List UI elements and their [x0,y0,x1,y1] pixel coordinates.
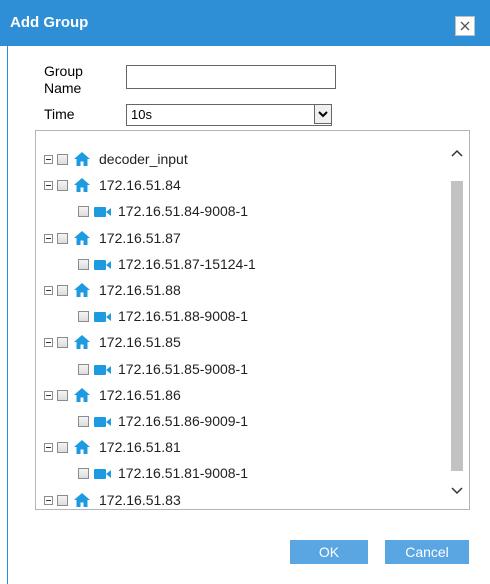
tree-leaf[interactable]: 172.16.51.84-9008-1 [78,201,248,221]
home-icon [73,230,91,246]
tree-node[interactable]: 172.16.51.85 [44,332,181,352]
tree-checkbox[interactable] [57,284,68,296]
tree-node[interactable]: 172.16.51.87 [44,228,181,248]
tree-leaf[interactable]: 172.16.51.85-9008-1 [78,359,248,379]
home-icon [73,492,91,508]
camera-icon [94,467,112,479]
time-select-value: 10s [131,107,152,122]
tree-leaf[interactable]: 172.16.51.81-9008-1 [78,463,248,483]
tree-item-label: 172.16.51.85-9008-1 [118,361,248,377]
dialog-left-border [7,46,8,584]
tree-checkbox[interactable] [57,336,68,348]
tree-item-label: 172.16.51.84 [99,177,181,193]
camera-icon [94,415,112,427]
tree-checkbox[interactable] [57,389,68,401]
tree-leaf[interactable]: 172.16.51.87-15124-1 [78,254,256,274]
time-select[interactable]: 10s [126,104,332,126]
chevron-up-icon [451,149,463,157]
time-label: Time [44,106,75,122]
collapse-toggle-icon[interactable] [44,495,53,505]
tree-node[interactable]: 172.16.51.84 [44,175,181,195]
home-icon [73,387,91,403]
home-icon [73,334,91,350]
cancel-button[interactable]: Cancel [385,540,469,564]
tree-checkbox[interactable] [57,232,68,244]
tree-scrollbar[interactable] [449,145,465,499]
tree-item-label: 172.16.51.81-9008-1 [118,465,248,481]
tree-item-label: 172.16.51.88 [99,282,181,298]
collapse-toggle-icon[interactable] [44,337,53,347]
chevron-down-icon [451,487,463,495]
tree-leaf[interactable]: 172.16.51.86-9009-1 [78,411,248,431]
tree-item-label: 172.16.51.86-9009-1 [118,413,248,429]
scroll-thumb[interactable] [451,181,463,471]
scroll-down-button[interactable] [449,483,465,499]
tree-item-label: decoder_input [99,151,188,167]
home-icon [73,439,91,455]
tree-checkbox[interactable] [78,258,89,270]
tree-item-label: 172.16.51.85 [99,334,181,350]
camera-icon [94,363,112,375]
collapse-toggle-icon[interactable] [44,442,53,452]
group-name-label: Group Name [44,63,83,96]
ok-button[interactable]: OK [290,540,368,564]
close-icon [460,21,470,31]
home-icon [73,282,91,298]
close-button[interactable] [455,16,475,36]
camera-icon [94,258,112,270]
camera-icon [94,310,112,322]
tree-checkbox[interactable] [78,467,89,479]
tree-checkbox[interactable] [78,205,89,217]
scroll-up-button[interactable] [449,145,465,161]
tree-checkbox[interactable] [57,441,68,453]
tree-item-label: 172.16.51.83 [99,492,181,508]
add-group-dialog: Add Group Group Name Time 10s decoder_in… [0,0,490,584]
collapse-toggle-icon[interactable] [44,390,53,400]
tree-node[interactable]: 172.16.51.81 [44,437,181,457]
tree-item-label: 172.16.51.87-15124-1 [118,256,256,272]
collapse-toggle-icon[interactable] [44,154,53,164]
tree-item-label: 172.16.51.81 [99,439,181,455]
device-tree: decoder_input 172.16.51.84 172.16.51.84-90… [35,130,470,510]
tree-node[interactable]: 172.16.51.83 [44,490,181,509]
home-icon [73,177,91,193]
group-name-input[interactable] [126,65,336,89]
tree-item-label: 172.16.51.88-9008-1 [118,308,248,324]
collapse-toggle-icon[interactable] [44,233,53,243]
tree-item-label: 172.16.51.87 [99,230,181,246]
tree-node[interactable]: 172.16.51.88 [44,280,181,300]
dialog-titlebar: Add Group [0,0,490,46]
tree-checkbox[interactable] [78,415,89,427]
chevron-down-icon [318,110,328,117]
dropdown-arrow-button[interactable] [314,104,332,124]
tree-item-label: 172.16.51.86 [99,387,181,403]
dialog-title: Add Group [10,14,89,31]
tree-leaf[interactable]: 172.16.51.88-9008-1 [78,306,248,326]
collapse-toggle-icon[interactable] [44,180,53,190]
tree-node[interactable]: decoder_input [44,149,188,169]
tree-item-label: 172.16.51.84-9008-1 [118,203,248,219]
tree-node[interactable]: 172.16.51.86 [44,385,181,405]
tree-checkbox[interactable] [78,363,89,375]
collapse-toggle-icon[interactable] [44,285,53,295]
tree-checkbox[interactable] [78,310,89,322]
tree-checkbox[interactable] [57,179,68,191]
camera-icon [94,205,112,217]
tree-checkbox[interactable] [57,153,68,165]
home-icon [73,151,91,167]
tree-checkbox[interactable] [57,494,68,506]
